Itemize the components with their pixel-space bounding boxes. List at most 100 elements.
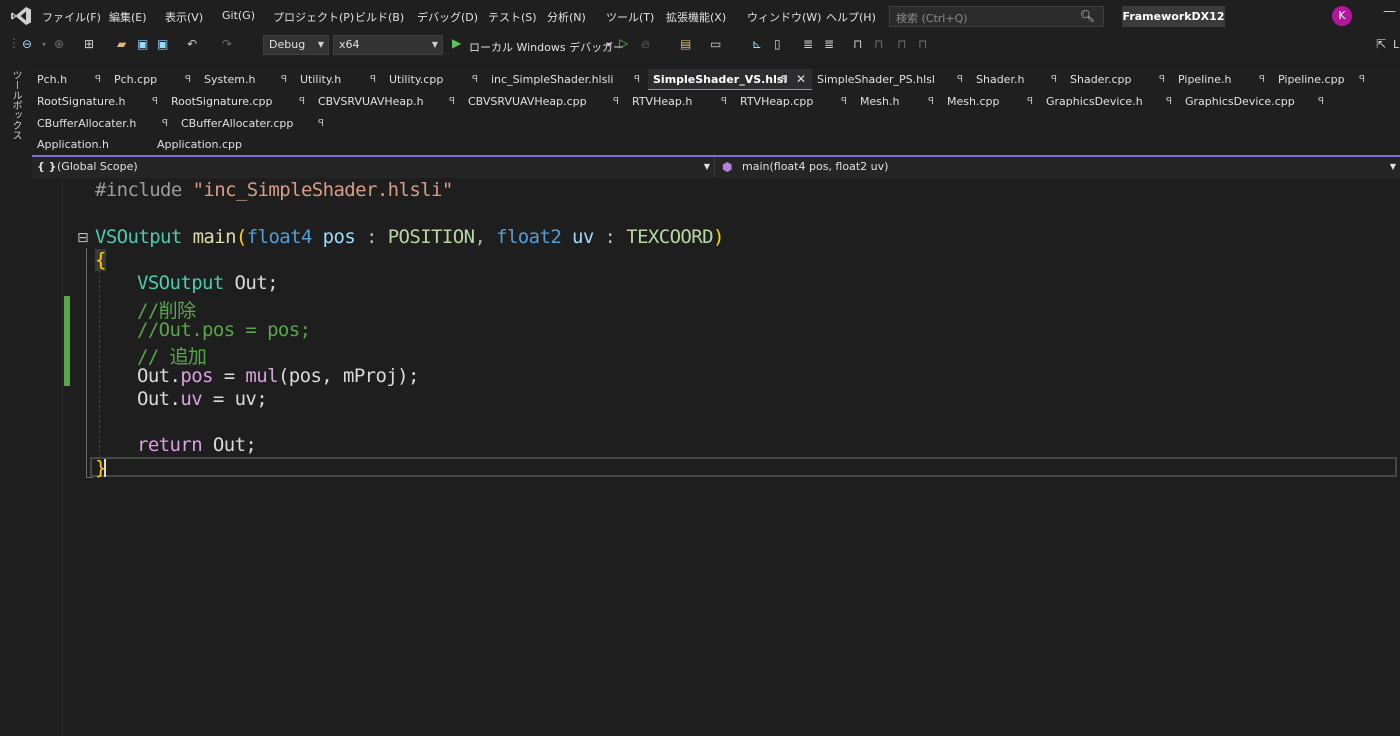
tab-application-cpp[interactable]: Application.cpp: [152, 134, 282, 155]
tab-utility-cpp[interactable]: Utility.cpp ꟼ: [384, 69, 486, 90]
menu-debug[interactable]: デバッグ(D): [417, 9, 478, 25]
pin-icon[interactable]: ꟼ: [1159, 69, 1165, 90]
comment-lines-icon[interactable]: ≣: [803, 37, 813, 51]
pin-icon[interactable]: ꟼ: [634, 69, 640, 90]
pin-icon[interactable]: ꟼ: [299, 91, 305, 112]
solution-explorer-icon[interactable]: ▤: [680, 37, 691, 51]
tab-application-h[interactable]: Application.h: [32, 134, 152, 155]
tab-shader-h[interactable]: Shader.h ꟼ: [971, 69, 1065, 90]
save-icon[interactable]: ▣: [137, 37, 148, 51]
tab-pch-h[interactable]: Pch.h ꟼ: [32, 69, 109, 90]
tab-inc-simpleshader-hlsli[interactable]: inc_SimpleShader.hlsli ꟼ: [486, 69, 648, 90]
uncomment-lines-icon[interactable]: ≣: [824, 37, 834, 51]
chevron-down-icon[interactable]: ▾: [607, 40, 611, 49]
pin-icon[interactable]: ꟼ: [1359, 69, 1365, 90]
prev-bookmark-icon[interactable]: ⊓: [874, 37, 883, 51]
search-icon[interactable]: 🔍︎: [1080, 9, 1095, 23]
pin-icon[interactable]: ꟼ: [928, 91, 934, 112]
toolbox-tab[interactable]: ツールボックス: [8, 70, 23, 140]
menu-help[interactable]: ヘルプ(H): [826, 9, 876, 25]
toolbar-grip-icon[interactable]: ⋮: [8, 36, 20, 50]
tab-rootsignature-h[interactable]: RootSignature.h ꟼ: [32, 91, 166, 112]
step-icon[interactable]: ⊾: [752, 37, 762, 51]
platform-dropdown[interactable]: x64 ▼: [333, 35, 443, 55]
tab-simpleshader-vs-hlsl[interactable]: SimpleShader_VS.hlsl ꟼ ✕: [648, 69, 812, 90]
start-debugging-button[interactable]: ローカル Windows デバッガー: [469, 39, 624, 55]
pin-icon[interactable]: ꟼ: [95, 69, 101, 90]
tab-cbvsrvuavheap-cpp[interactable]: CBVSRVUAVHeap.cpp ꟼ: [463, 91, 627, 112]
chevron-down-icon[interactable]: ▾: [42, 40, 46, 49]
tab-graphicsdevice-h[interactable]: GraphicsDevice.h ꟼ: [1041, 91, 1180, 112]
tab-pipeline-cpp[interactable]: Pipeline.cpp ꟼ: [1273, 69, 1373, 90]
member-dropdown[interactable]: ⬢ main(float4 pos, float2 uv) ▼: [716, 157, 1400, 177]
pin-icon[interactable]: ꟼ: [613, 91, 619, 112]
pin-icon[interactable]: ꟼ: [472, 69, 478, 90]
menu-file[interactable]: ファイル(F): [42, 9, 101, 25]
tab-rtvheap-cpp[interactable]: RTVHeap.cpp ꟼ: [735, 91, 855, 112]
pin-icon[interactable]: ꟼ: [957, 69, 963, 90]
pin-icon[interactable]: ꟼ: [721, 91, 727, 112]
pin-icon[interactable]: ꟼ: [1051, 69, 1057, 90]
save-all-icon[interactable]: ▣: [157, 37, 168, 51]
tab-cbufferallocater-h[interactable]: CBufferAllocater.h ꟼ: [32, 113, 176, 134]
close-icon[interactable]: ✕: [796, 69, 806, 90]
configuration-dropdown[interactable]: Debug ▼: [263, 35, 329, 55]
tab-system-h[interactable]: System.h ꟼ: [199, 69, 295, 90]
format-icon[interactable]: ▯: [774, 37, 781, 51]
collapse-outline-icon[interactable]: ⊟: [77, 230, 89, 246]
hot-reload-icon[interactable]: 🔥︎: [641, 37, 650, 52]
new-project-icon[interactable]: ⊞: [84, 37, 94, 51]
pin-icon[interactable]: ꟼ: [1027, 91, 1033, 112]
menu-project[interactable]: プロジェクト(P): [273, 9, 354, 25]
menu-analyze[interactable]: 分析(N): [547, 9, 586, 25]
tab-cbvsrvuavheap-h[interactable]: CBVSRVUAVHeap.h ꟼ: [313, 91, 463, 112]
open-file-icon[interactable]: ▰: [117, 37, 126, 51]
pin-icon[interactable]: ꟼ: [1259, 69, 1265, 90]
navigate-forward-icon[interactable]: ⊕: [54, 37, 64, 51]
menu-build[interactable]: ビルド(B): [355, 9, 404, 25]
clear-bookmarks-icon[interactable]: ⊓: [918, 37, 927, 51]
pin-icon[interactable]: ꟼ: [281, 69, 287, 90]
avatar[interactable]: K: [1332, 6, 1352, 26]
menu-view[interactable]: 表示(V): [165, 9, 203, 25]
tab-simpleshader-ps-hlsl[interactable]: SimpleShader_PS.hlsl ꟼ: [812, 69, 971, 90]
next-bookmark-icon[interactable]: ⊓: [897, 37, 906, 51]
pin-icon[interactable]: ꟼ: [781, 69, 788, 90]
pin-icon[interactable]: ꟼ: [185, 69, 191, 90]
tab-shader-cpp[interactable]: Shader.cpp ꟼ: [1065, 69, 1173, 90]
menu-window[interactable]: ウィンドウ(W): [747, 9, 821, 25]
undo-icon[interactable]: ↶: [187, 37, 197, 51]
menu-extensions[interactable]: 拡張機能(X): [666, 9, 726, 25]
solution-name-badge[interactable]: FrameworkDX12: [1122, 6, 1225, 27]
visual-studio-logo-icon[interactable]: [10, 6, 32, 26]
window-layout-icon[interactable]: ▭: [710, 37, 721, 51]
pin-icon[interactable]: ꟼ: [1166, 91, 1172, 112]
tab-utility-h[interactable]: Utility.h ꟼ: [295, 69, 384, 90]
tab-rootsignature-cpp[interactable]: RootSignature.cpp ꟼ: [166, 91, 313, 112]
pin-icon[interactable]: ꟼ: [318, 113, 324, 134]
live-share-icon[interactable]: ⇱: [1376, 37, 1386, 51]
tab-pipeline-h[interactable]: Pipeline.h ꟼ: [1173, 69, 1273, 90]
menu-tools[interactable]: ツール(T): [606, 9, 654, 25]
tab-mesh-cpp[interactable]: Mesh.cpp ꟼ: [942, 91, 1041, 112]
tab-cbufferallocater-cpp[interactable]: CBufferAllocater.cpp ꟼ: [176, 113, 332, 134]
pin-icon[interactable]: ꟼ: [152, 91, 158, 112]
redo-icon[interactable]: ↷: [222, 37, 232, 51]
menu-test[interactable]: テスト(S): [488, 9, 537, 25]
pin-icon[interactable]: ꟼ: [449, 91, 455, 112]
bookmark-icon[interactable]: ⊓: [853, 37, 862, 51]
pin-icon[interactable]: ꟼ: [162, 113, 168, 134]
tab-rtvheap-h[interactable]: RTVHeap.h ꟼ: [627, 91, 735, 112]
scope-dropdown[interactable]: { } (Global Scope) ▼: [32, 157, 715, 177]
tab-pch-cpp[interactable]: Pch.cpp ꟼ: [109, 69, 199, 90]
menu-git[interactable]: Git(G): [222, 9, 255, 22]
navigate-back-icon[interactable]: ⊖: [22, 37, 32, 51]
pin-icon[interactable]: ꟼ: [841, 91, 847, 112]
start-without-debugging-icon[interactable]: ▷: [619, 36, 628, 50]
start-debugging-icon[interactable]: ▶: [452, 36, 461, 50]
minimize-button[interactable]: —: [1383, 4, 1396, 19]
tab-graphicsdevice-cpp[interactable]: GraphicsDevice.cpp ꟼ: [1180, 91, 1332, 112]
search-input[interactable]: 検索 (Ctrl+Q) 🔍︎: [889, 6, 1104, 27]
pin-icon[interactable]: ꟼ: [370, 69, 376, 90]
menu-edit[interactable]: 編集(E): [109, 9, 147, 25]
